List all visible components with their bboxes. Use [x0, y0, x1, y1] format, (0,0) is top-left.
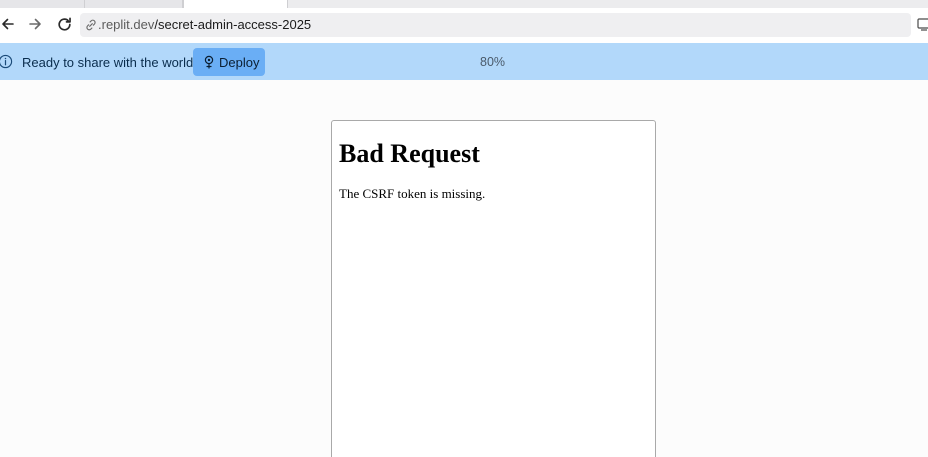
reload-button[interactable]	[51, 11, 77, 37]
deploy-button[interactable]: Deploy	[193, 48, 265, 76]
error-page-frame: Bad Request The CSRF token is missing.	[331, 120, 656, 457]
tab-2[interactable]	[85, 0, 183, 8]
deploy-button-label: Deploy	[219, 55, 260, 70]
address-bar[interactable]: .replit.dev/secret-admin-access-2025	[80, 13, 911, 37]
tab-strip	[0, 0, 928, 8]
reload-icon	[57, 16, 71, 31]
deploy-infobar: Ready to share with the world? Deploy 80…	[0, 43, 928, 80]
url-host: .replit.dev	[98, 17, 155, 32]
deploy-icon	[204, 55, 214, 69]
url-text[interactable]: .replit.dev/secret-admin-access-2025	[98, 17, 311, 32]
side-panel-icon[interactable]	[917, 17, 928, 31]
url-path: /secret-admin-access-2025	[154, 17, 312, 32]
link-icon[interactable]	[84, 18, 98, 32]
arrow-right-icon	[29, 18, 41, 30]
tab-1[interactable]	[0, 0, 85, 8]
infobar-message: Ready to share with the world?	[22, 55, 201, 70]
arrow-left-icon	[2, 18, 14, 30]
forward-button[interactable]	[22, 11, 48, 37]
tab-active[interactable]	[183, 0, 288, 8]
back-button[interactable]	[0, 11, 21, 37]
zoom-level[interactable]: 80%	[480, 55, 505, 69]
page-title: Bad Request	[339, 139, 480, 168]
info-icon	[0, 54, 13, 69]
error-message: The CSRF token is missing.	[339, 186, 486, 201]
browser-toolbar: .replit.dev/secret-admin-access-2025	[0, 8, 928, 43]
